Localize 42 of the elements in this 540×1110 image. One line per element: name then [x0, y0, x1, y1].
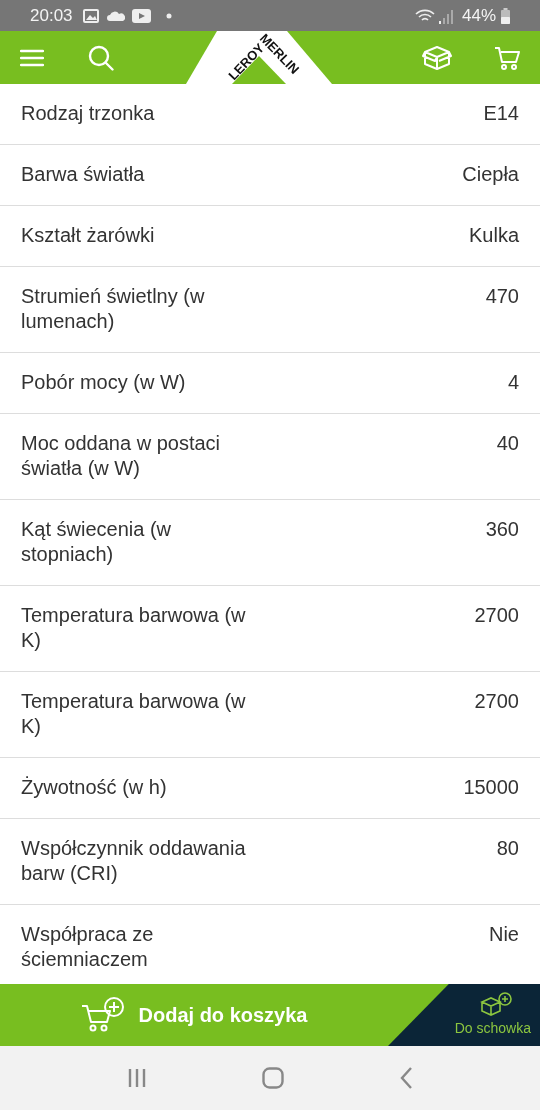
- cart-icon[interactable]: [494, 44, 520, 71]
- save-for-later-button[interactable]: Do schowka: [388, 984, 540, 1046]
- spec-name: Kąt świecenia (w stopniach): [21, 517, 173, 567]
- spec-name: Temperatura barwowa (w K): [21, 603, 247, 653]
- box-icon[interactable]: [422, 44, 452, 71]
- spec-value: 40: [496, 431, 519, 456]
- recent-apps-icon[interactable]: [127, 1068, 148, 1088]
- spec-value: 2700: [474, 603, 519, 628]
- spec-value: 15000: [463, 775, 519, 800]
- dot-icon: [165, 12, 172, 19]
- battery-icon: [501, 7, 510, 24]
- back-icon[interactable]: [398, 1067, 413, 1089]
- spec-name: Żywotność (w h): [21, 775, 167, 800]
- spec-name: Barwa światła: [21, 162, 145, 187]
- battery-percent: 44%: [461, 4, 496, 27]
- spec-name: Współpraca ze ściemniaczem: [21, 922, 155, 972]
- spec-value: 360: [485, 517, 519, 542]
- clock: 20:03: [30, 4, 73, 27]
- menu-icon[interactable]: [20, 48, 44, 67]
- spec-value: 2700: [474, 689, 519, 714]
- spec-value: 80: [496, 836, 519, 861]
- cart-plus-icon: [80, 996, 125, 1034]
- spec-name: Współczynnik oddawania barw (CRI): [21, 836, 247, 886]
- spec-name: Pobór mocy (w W): [21, 370, 186, 395]
- spec-value: Nie: [489, 922, 519, 947]
- video-icon: [131, 8, 151, 23]
- spec-value: E14: [483, 101, 519, 126]
- spec-name: Kształt żarówki: [21, 223, 155, 248]
- search-icon[interactable]: [88, 44, 114, 71]
- spec-name: Temperatura barwowa (w K): [21, 689, 247, 739]
- spec-value: 4: [507, 370, 519, 395]
- spec-name: Moc oddana w postaci światła (w W): [21, 431, 221, 481]
- spec-name: Strumień świetlny (w lumenach): [21, 284, 206, 334]
- home-icon[interactable]: [262, 1067, 284, 1089]
- cloud-icon: [106, 10, 125, 21]
- gallery-icon: [82, 8, 99, 23]
- spec-value: Kulka: [468, 223, 519, 248]
- spec-value: Ciepła: [462, 162, 519, 187]
- signal-icon: [437, 7, 454, 24]
- box-plus-icon: [479, 991, 513, 1018]
- spec-name: Rodzaj trzonka: [21, 101, 155, 126]
- spec-value: 470: [485, 284, 519, 309]
